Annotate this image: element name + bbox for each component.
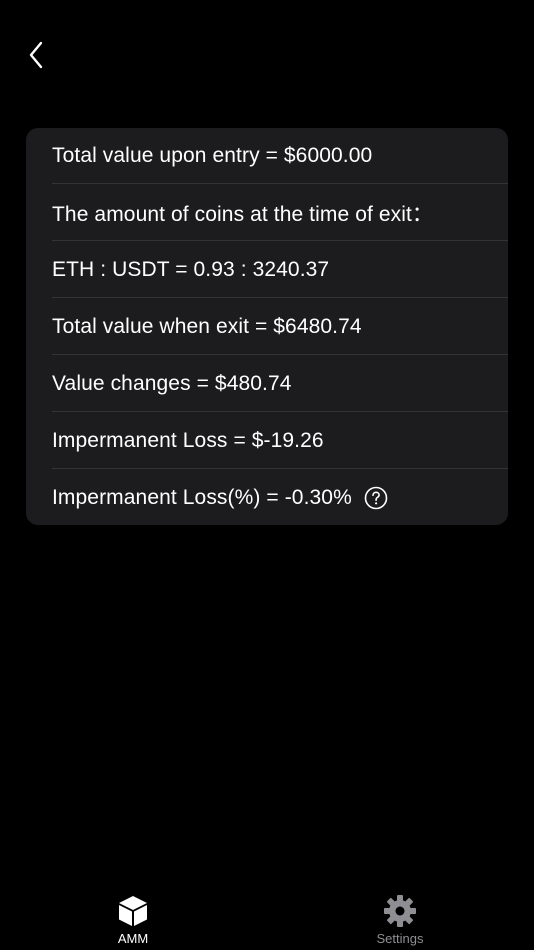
result-row-impermanent-loss: Impermanent Loss = $-19.26	[26, 412, 508, 469]
gear-icon	[384, 895, 416, 927]
result-text: The amount of coins at the time of exit：	[52, 202, 434, 226]
tab-bar: AMM Settings	[0, 888, 534, 950]
back-button[interactable]	[18, 36, 54, 74]
question-circle-icon[interactable]	[364, 486, 388, 510]
result-text: Value changes = $480.74	[52, 371, 292, 395]
result-row-impermanent-loss-percent: Impermanent Loss(%) = -0.30%	[26, 469, 508, 525]
result-text: Impermanent Loss(%) = -0.30%	[52, 485, 352, 509]
result-text: ETH : USDT = 0.93 : 3240.37	[52, 257, 330, 281]
amm-result-screen: Total value upon entry = $6000.00 The am…	[0, 0, 534, 950]
result-row-value-changes: Value changes = $480.74	[26, 355, 508, 412]
result-row-entry-value: Total value upon entry = $6000.00	[26, 128, 508, 184]
result-row-pair-ratio: ETH : USDT = 0.93 : 3240.37	[26, 241, 508, 298]
result-card: Total value upon entry = $6000.00 The am…	[26, 128, 508, 525]
tab-label: AMM	[117, 931, 149, 946]
result-row-exit-value: Total value when exit = $6480.74	[26, 298, 508, 355]
cube-icon	[119, 896, 147, 926]
tab-settings[interactable]: Settings	[340, 888, 460, 950]
chevron-left-icon	[29, 41, 43, 69]
tab-amm[interactable]: AMM	[73, 888, 193, 950]
result-text: Impermanent Loss = $-19.26	[52, 428, 324, 452]
result-text: Total value when exit = $6480.74	[52, 314, 362, 338]
tab-label: Settings	[376, 931, 424, 946]
result-row-coins-at-exit: The amount of coins at the time of exit：	[26, 184, 508, 241]
result-text: Total value upon entry = $6000.00	[52, 144, 373, 167]
